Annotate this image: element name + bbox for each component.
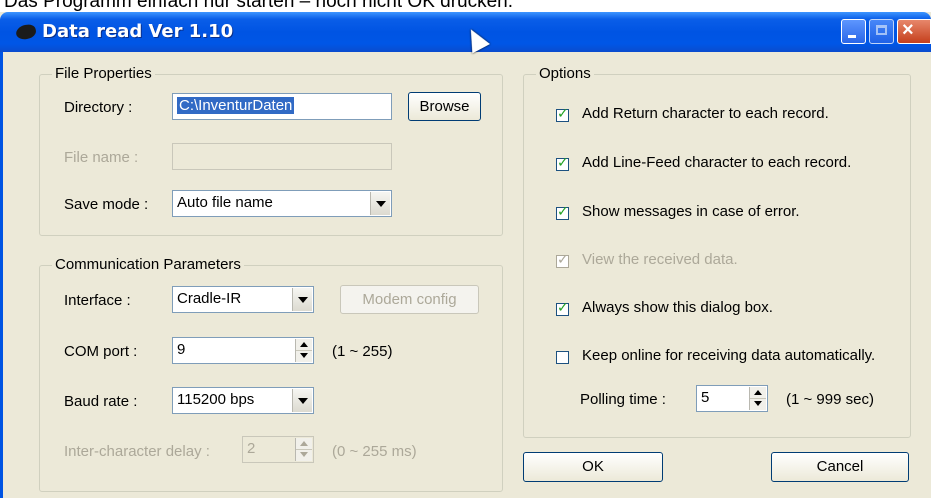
checkbox-add-return[interactable]: [556, 106, 569, 122]
delay-spinner: [295, 438, 312, 461]
directory-value: C:\InventurDaten: [177, 97, 295, 114]
minimize-icon: [848, 35, 856, 38]
modem-config-button: Modem config: [340, 285, 479, 314]
file-properties-group: File Properties Directory : C:\InventurD…: [39, 65, 503, 236]
filename-label: File name :: [64, 149, 139, 166]
com-port-value: 9: [177, 341, 186, 358]
window-title: Data read Ver 1.10: [42, 21, 234, 42]
checkbox-show-messages[interactable]: [556, 204, 569, 220]
close-button[interactable]: ×: [897, 19, 931, 44]
directory-input[interactable]: C:\InventurDaten: [172, 93, 392, 120]
option-add-return-label: Add Return character to each record.: [582, 105, 829, 122]
interface-select[interactable]: Cradle-IR: [172, 286, 314, 313]
delay-label: Inter-character delay :: [64, 443, 210, 460]
option-view-received-label: View the received data.: [582, 251, 738, 268]
chevron-down-icon[interactable]: [370, 192, 390, 215]
checkbox-add-linefeed[interactable]: [556, 155, 569, 171]
checkbox-keep-online[interactable]: [556, 351, 569, 364]
polling-time-range: (1 ~ 999 sec): [786, 391, 874, 408]
com-port-range: (1 ~ 255): [332, 343, 393, 360]
maximize-button: [869, 19, 894, 44]
options-label: Options: [536, 65, 594, 82]
options-group: Options Add Return character to each rec…: [523, 65, 911, 438]
browse-button[interactable]: Browse: [408, 92, 481, 121]
checkbox-always-show[interactable]: [556, 300, 569, 316]
communication-label: Communication Parameters: [52, 256, 244, 273]
option-always-show-label: Always show this dialog box.: [582, 299, 773, 316]
save-mode-value: Auto file name: [177, 194, 273, 211]
delay-input: 2: [242, 436, 314, 463]
option-keep-online-label: Keep online for receiving data automatic…: [582, 347, 876, 364]
spin-down-icon[interactable]: [750, 398, 766, 409]
maximize-icon: [876, 25, 887, 35]
app-icon: [14, 23, 38, 41]
delay-value: 2: [247, 440, 256, 457]
polling-time-value: 5: [701, 389, 710, 406]
chevron-down-icon[interactable]: [292, 288, 312, 311]
directory-label: Directory :: [64, 99, 133, 116]
save-mode-select[interactable]: Auto file name: [172, 190, 392, 217]
interface-value: Cradle-IR: [177, 290, 242, 307]
baud-rate-label: Baud rate :: [64, 393, 138, 410]
close-icon: ×: [902, 19, 914, 41]
polling-time-input[interactable]: 5: [696, 385, 768, 412]
filename-input: [172, 143, 392, 170]
baud-rate-value: 115200 bps: [177, 391, 255, 408]
spin-down-icon: [296, 449, 312, 460]
communication-group: Communication Parameters Interface : Cra…: [39, 256, 503, 492]
minimize-button[interactable]: [841, 19, 866, 44]
save-mode-label: Save mode :: [64, 196, 149, 213]
com-port-input[interactable]: 9: [172, 337, 314, 364]
baud-rate-select[interactable]: 115200 bps: [172, 387, 314, 414]
option-show-messages-label: Show messages in case of error.: [582, 203, 800, 220]
chevron-down-icon[interactable]: [292, 389, 312, 412]
file-properties-label: File Properties: [52, 65, 155, 82]
checkbox-view-received: [556, 252, 569, 268]
dialog-body: File Properties Directory : C:\InventurD…: [0, 52, 931, 498]
spin-down-icon[interactable]: [296, 350, 312, 361]
option-add-linefeed-label: Add Line-Feed character to each record.: [582, 154, 852, 171]
polling-time-label: Polling time :: [580, 391, 666, 408]
polling-time-spinner[interactable]: [749, 387, 766, 410]
ok-button[interactable]: OK: [523, 452, 663, 482]
delay-range: (0 ~ 255 ms): [332, 443, 417, 460]
cancel-button[interactable]: Cancel: [771, 452, 909, 482]
com-port-spinner[interactable]: [295, 339, 312, 362]
data-read-dialog: Data read Ver 1.10 × File Properties Dir…: [0, 12, 931, 498]
com-port-label: COM port :: [64, 343, 138, 360]
interface-label: Interface :: [64, 292, 131, 309]
